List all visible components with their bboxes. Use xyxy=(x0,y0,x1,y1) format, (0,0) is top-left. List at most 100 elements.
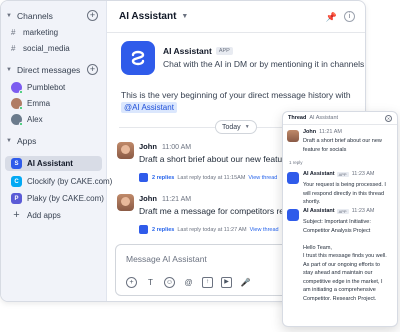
app-badge: APP xyxy=(336,208,349,214)
thread-replies-summary[interactable]: 2 replies Last reply today at 11:15AM Vi… xyxy=(139,173,277,182)
composer-placeholder: Message AI Assistant xyxy=(126,254,207,264)
view-thread-link[interactable]: View thread xyxy=(250,227,279,233)
mention-icon[interactable]: @ xyxy=(183,277,194,288)
message-time: 11:21 AM xyxy=(319,129,342,135)
clockify-app-icon: C xyxy=(11,176,22,187)
sidebar-item-pumblebot[interactable]: Pumblebot xyxy=(5,80,102,95)
message-time: 11:23 AM xyxy=(351,171,375,177)
add-channel-icon[interactable]: + xyxy=(87,10,98,21)
sidebar-item-social-media[interactable]: # social_media xyxy=(5,41,102,56)
author-name[interactable]: John xyxy=(303,129,316,135)
ai-assistant-app-icon: S xyxy=(11,158,22,169)
author-name[interactable]: John xyxy=(139,194,157,203)
composer-toolbar: + T ☺ @ ↑ ▶ 🎤 xyxy=(126,277,251,288)
ai-assistant-avatar-icon[interactable] xyxy=(287,172,299,184)
dms-label: Direct messages xyxy=(17,65,81,75)
app-label: Plaky (by CAKE.com) xyxy=(27,194,104,203)
view-thread-link[interactable]: View thread xyxy=(248,175,277,181)
upload-icon[interactable]: ↑ xyxy=(202,277,213,288)
intro-name-text: AI Assistant xyxy=(163,46,212,56)
app-badge: APP xyxy=(336,171,349,177)
chevron-down-icon: ▼ xyxy=(6,67,12,73)
date-divider-label: Today xyxy=(222,123,241,131)
apps-section-header[interactable]: ▼ Apps xyxy=(5,134,36,148)
add-attachment-icon[interactable]: + xyxy=(126,277,137,288)
dm-label: Pumblebot xyxy=(27,83,66,92)
thread-title: Thread xyxy=(288,115,307,121)
online-status-icon xyxy=(19,90,23,94)
intro-description: Chat with the AI in DM or by mentioning … xyxy=(163,59,365,69)
date-divider[interactable]: Today ▼ xyxy=(215,120,257,134)
microphone-icon[interactable]: 🎤 xyxy=(240,277,251,288)
plus-icon: + xyxy=(13,209,20,221)
thread-panel: Thread AI Assistant ✕ John 11:21 AM Draf… xyxy=(282,111,398,327)
chevron-down-icon: ▼ xyxy=(6,13,12,19)
intro-app-name: AI Assistant APP xyxy=(163,46,233,56)
author-name[interactable]: AI Assistant xyxy=(303,171,335,177)
reply-text: Subject: Important Initiative: Competito… xyxy=(303,219,387,302)
channel-label: marketing xyxy=(23,28,59,37)
message-text: Draft me a message for competitors resea xyxy=(139,206,298,216)
thread-replies-summary[interactable]: 2 replies Last reply today at 11:27 AM V… xyxy=(139,225,279,234)
thread-subtitle: AI Assistant xyxy=(309,115,339,121)
ai-assistant-logo xyxy=(121,41,155,75)
reply-header: AI Assistant APP 11:23 AM xyxy=(303,171,374,177)
reply-text: Your request is being processed. I will … xyxy=(303,182,386,205)
channel-label: social_media xyxy=(23,44,70,53)
author-name[interactable]: John xyxy=(139,142,157,151)
channels-section-header[interactable]: ▼ Channels xyxy=(5,9,53,23)
avatar[interactable] xyxy=(287,130,299,142)
sidebar-item-clockify[interactable]: C Clockify (by CAKE.com) xyxy=(5,174,112,189)
channel-header: AI Assistant ▼ 📌 i xyxy=(107,1,365,33)
message-header: John 11:21 AM xyxy=(139,194,191,203)
add-apps-label: Add apps xyxy=(27,211,61,220)
hash-icon: # xyxy=(11,28,16,37)
message-time: 11:00 AM xyxy=(162,144,192,151)
avatar[interactable] xyxy=(117,194,134,211)
close-icon[interactable]: ✕ xyxy=(385,115,392,122)
ai-assistant-logo-icon xyxy=(131,50,145,66)
sidebar-item-add-apps[interactable]: + Add apps xyxy=(5,208,102,223)
history-beginning-text: This is the very beginning of your direc… xyxy=(121,90,351,100)
app-label: Clockify (by CAKE.com) xyxy=(27,177,113,186)
thread-reply-count: 1 reply xyxy=(289,160,303,165)
reply-header: AI Assistant APP 11:23 AM xyxy=(303,208,374,214)
channel-title[interactable]: AI Assistant xyxy=(119,11,176,22)
pin-icon[interactable]: 📌 xyxy=(326,12,337,23)
dm-label: Emma xyxy=(27,99,51,108)
replies-count[interactable]: 2 replies xyxy=(152,175,174,181)
plaky-app-icon: P xyxy=(11,193,22,204)
hash-icon: # xyxy=(11,44,16,53)
avatar xyxy=(11,82,23,94)
thread-root-header: John 11:21 AM xyxy=(303,129,342,135)
online-status-icon xyxy=(19,106,23,110)
text-format-icon[interactable]: T xyxy=(145,277,156,288)
add-dm-icon[interactable]: + xyxy=(87,64,98,75)
thread-root-text: Draft a short brief about our new featur… xyxy=(303,138,382,153)
sidebar-item-emma[interactable]: Emma xyxy=(5,96,102,111)
message-time: 11:23 AM xyxy=(351,208,375,214)
chevron-down-icon: ▼ xyxy=(6,138,12,144)
info-icon[interactable]: i xyxy=(344,11,355,22)
online-status-icon xyxy=(19,122,23,126)
sidebar-item-marketing[interactable]: # marketing xyxy=(5,25,102,40)
ai-assistant-avatar-icon xyxy=(139,225,148,234)
avatar xyxy=(11,98,23,110)
dms-section-header[interactable]: ▼ Direct messages xyxy=(5,63,80,77)
chevron-down-icon[interactable]: ▼ xyxy=(181,13,188,20)
sidebar: ▼ Channels + # marketing # social_media … xyxy=(1,1,112,301)
avatar[interactable] xyxy=(117,142,134,159)
replies-count[interactable]: 2 replies xyxy=(152,227,174,233)
message-text: Draft a short brief about our new featur… xyxy=(139,154,300,164)
author-name[interactable]: AI Assistant xyxy=(303,208,335,214)
sidebar-item-ai-assistant[interactable]: S AI Assistant xyxy=(5,156,102,171)
ai-assistant-avatar-icon xyxy=(139,173,148,182)
sidebar-item-plaky[interactable]: P Plaky (by CAKE.com) xyxy=(5,191,104,206)
apps-label: Apps xyxy=(17,136,37,146)
sidebar-item-alex[interactable]: Alex xyxy=(5,112,102,127)
emoji-icon[interactable]: ☺ xyxy=(164,277,175,288)
app-label: AI Assistant xyxy=(27,159,73,168)
ai-assistant-avatar-icon[interactable] xyxy=(287,209,299,221)
video-icon[interactable]: ▶ xyxy=(221,277,232,288)
mention-tag[interactable]: @AI Assistant xyxy=(121,102,177,113)
